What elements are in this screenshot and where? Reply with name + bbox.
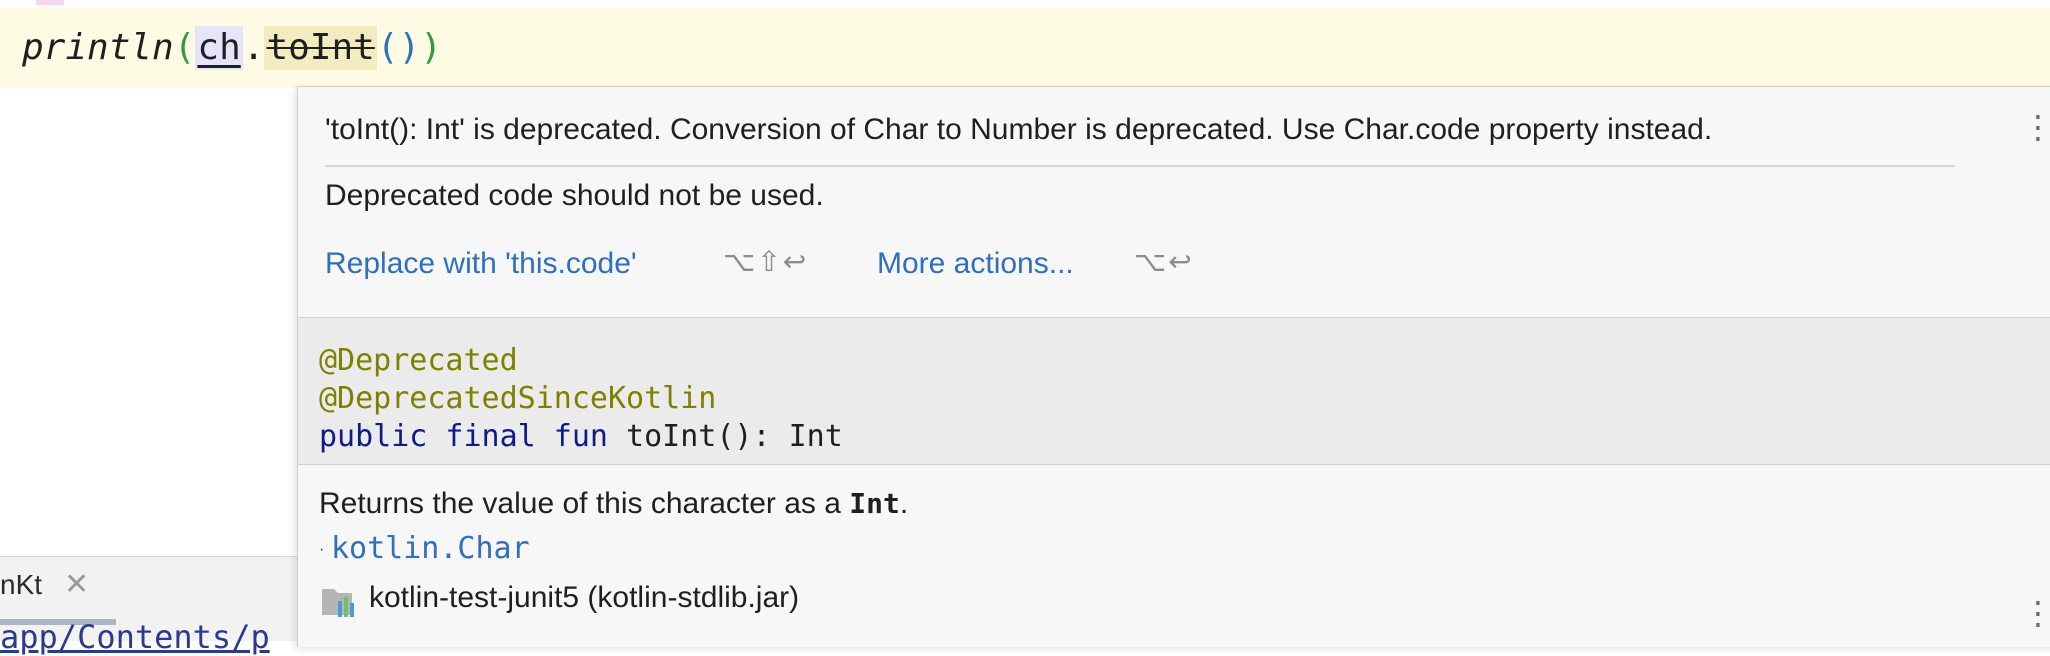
doc-inline-code: Int bbox=[849, 487, 900, 520]
code-function-name[interactable]: println bbox=[22, 26, 174, 70]
annotation-deprecated-since-kotlin[interactable]: @DeprecatedSinceKotlin bbox=[319, 380, 716, 418]
close-icon[interactable]: ✕ bbox=[64, 567, 89, 602]
code-paren-open: ( bbox=[173, 27, 196, 68]
code-line[interactable]: println(ch.toInt()) bbox=[22, 26, 442, 70]
more-actions-link[interactable]: More actions... bbox=[877, 247, 1074, 281]
declaration-signature-text: toInt(): Int bbox=[607, 419, 843, 454]
more-actions-shortcut: ⌥↩ bbox=[1134, 245, 1194, 278]
console-path-link[interactable]: app/Contents/p bbox=[0, 618, 270, 656]
doc-text-after: . bbox=[899, 487, 909, 520]
replace-with-this-code-action[interactable]: Replace with 'this.code' bbox=[325, 247, 637, 281]
code-call-parens: () bbox=[376, 27, 421, 68]
code-identifier[interactable]: ch bbox=[195, 26, 243, 70]
code-dot: . bbox=[242, 27, 265, 68]
documentation-section: Returns the value of this character as a… bbox=[298, 465, 2050, 647]
code-paren-close: ) bbox=[420, 27, 442, 68]
library-jar-icon bbox=[322, 589, 354, 617]
code-deprecated-method[interactable]: toInt bbox=[264, 26, 377, 70]
declaration-signature: @Deprecated @DeprecatedSinceKotlin publi… bbox=[298, 318, 2050, 465]
declaration-keywords: public final fun bbox=[319, 419, 608, 454]
owner-class-link[interactable]: kotlin.Char bbox=[331, 531, 530, 566]
problem-message: 'toInt(): Int' is deprecated. Conversion… bbox=[325, 113, 1713, 146]
divider bbox=[325, 165, 1955, 167]
doc-text-before: Returns the value of this character as a bbox=[319, 487, 850, 520]
library-name: kotlin-test-junit5 (kotlin-stdlib.jar) bbox=[369, 581, 800, 614]
annotation-deprecated[interactable]: @Deprecated bbox=[319, 342, 518, 380]
function-declaration: public final fun toInt(): Int bbox=[319, 418, 843, 456]
problem-section: 'toInt(): Int' is deprecated. Conversion… bbox=[298, 87, 2050, 318]
replace-action-shortcut: ⌥⇧↩ bbox=[723, 245, 809, 278]
quick-documentation-popup: 'toInt(): Int' is deprecated. Conversion… bbox=[297, 86, 2050, 647]
doc-description: Returns the value of this character as a… bbox=[319, 487, 908, 521]
run-tab-label[interactable]: nKt bbox=[0, 569, 42, 601]
gutter-change-marker bbox=[36, 0, 64, 5]
problem-description: Deprecated code should not be used. bbox=[325, 179, 824, 212]
kebab-vertical-icon[interactable]: ⋮ bbox=[2022, 111, 2050, 143]
editor-current-line[interactable]: println(ch.toInt()) bbox=[0, 8, 2050, 88]
bullet-dot: · bbox=[319, 541, 325, 558]
kebab-vertical-icon[interactable]: ⋮ bbox=[2022, 597, 2050, 629]
